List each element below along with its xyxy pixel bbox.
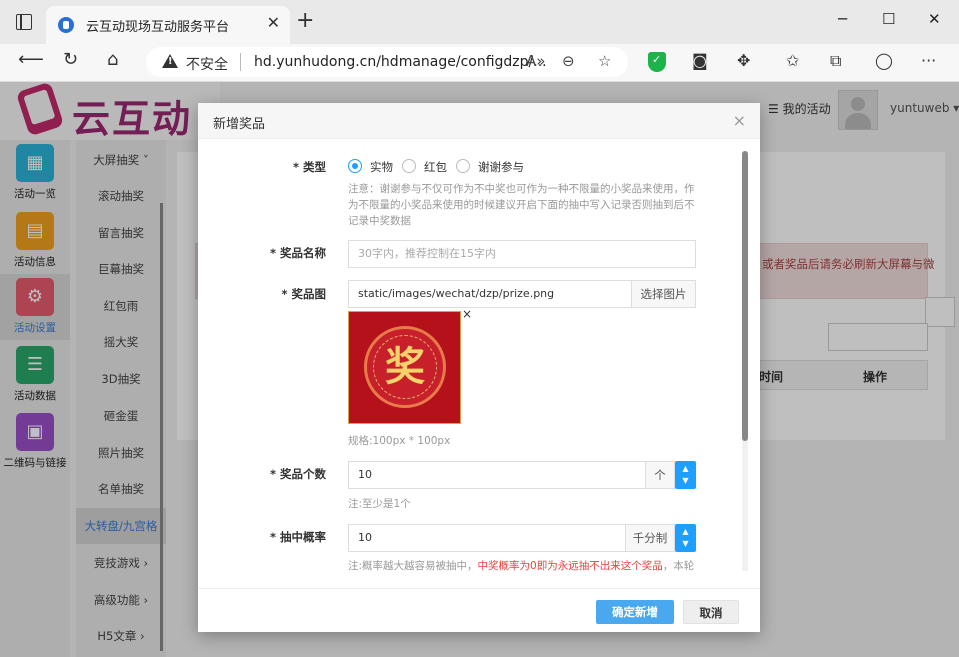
remove-image-icon[interactable]: × <box>462 307 472 321</box>
page-content: 云互动 ☰ 我的活动 yuntuweb ▾ ▦ 活动一览 ▤ 活动信息 ⚙ 活动… <box>0 82 959 657</box>
type-option-label[interactable]: 实物 <box>370 159 393 175</box>
extension-icon[interactable]: ◙ <box>692 53 708 69</box>
prize-badge: 奖 <box>364 326 446 408</box>
choose-image-button[interactable]: 选择图片 <box>631 280 696 308</box>
count-unit: 个 <box>645 461 675 489</box>
probability-hint-suffix: ，本轮 <box>662 560 695 572</box>
window-menu-icon[interactable] <box>16 14 32 30</box>
close-window-button[interactable]: ✕ <box>928 10 941 28</box>
add-favorite-icon[interactable]: ☆ <box>598 52 611 70</box>
collections-icon[interactable]: ⧉ <box>830 53 841 69</box>
prize-count-input[interactable]: 10 <box>348 461 646 489</box>
chevron-up-icon[interactable]: ▲ <box>675 463 696 475</box>
profile-icon[interactable]: ◯ <box>875 53 893 69</box>
browser-tabbar: 云互动现场互动服务平台 ✕ + ─ ☐ ✕ <box>0 0 959 44</box>
probability-warning-text: 中奖概率为0即为永远抽不出来这个奖品 <box>477 560 663 572</box>
insecure-label[interactable]: 不安全 <box>186 54 228 74</box>
count-hint: 注:至少是1个 <box>348 498 411 510</box>
maximize-button[interactable]: ☐ <box>882 10 895 28</box>
prize-image-path-input[interactable]: static/images/wechat/dzp/prize.png <box>348 280 632 308</box>
modal-scrollbar-thumb[interactable] <box>742 151 748 441</box>
tab-title: 云互动现场互动服务平台 <box>86 20 230 35</box>
type-radio-thanks[interactable] <box>456 159 470 173</box>
probability-input[interactable]: 10 <box>348 524 626 552</box>
add-prize-modal: 新增奖品 × * 类型 实物 红包 谢谢参与 注意：谢谢参与不仅可作为不中奖也可… <box>198 103 760 632</box>
tab-close-icon[interactable]: ✕ <box>267 13 280 32</box>
modal-footer: 确定新增 取消 <box>198 588 760 632</box>
probability-unit: 千分制 <box>625 524 675 552</box>
warning-icon <box>162 54 178 68</box>
chevron-down-icon[interactable]: ▼ <box>675 475 696 487</box>
back-arrow-icon[interactable]: ⟵ <box>18 51 44 69</box>
url-text[interactable]: hd.yunhudong.cn/hdmanage/configdzp/... <box>254 54 547 70</box>
chevron-down-icon[interactable]: ▼ <box>675 538 696 550</box>
count-stepper[interactable]: ▲ ▼ <box>675 461 696 489</box>
read-aloud-icon[interactable]: A» <box>526 52 545 70</box>
zoom-icon[interactable]: ⊖ <box>562 52 575 70</box>
chevron-up-icon[interactable]: ▲ <box>675 526 696 538</box>
prize-name-label: * 奖品名称 <box>269 246 326 260</box>
modal-body: * 类型 实物 红包 谢谢参与 注意：谢谢参与不仅可作为不中奖也可作为一种不限量… <box>198 139 748 573</box>
new-tab-button[interactable]: + <box>296 10 314 32</box>
extensions-puzzle-icon[interactable]: ✥ <box>737 53 750 69</box>
minimize-button[interactable]: ─ <box>838 10 847 28</box>
type-radio-physical[interactable] <box>348 159 362 173</box>
modal-title: 新增奖品 <box>213 117 266 132</box>
refresh-icon[interactable]: ↻ <box>63 51 78 69</box>
address-bar[interactable]: 不安全 hd.yunhudong.cn/hdmanage/configdzp/.… <box>146 47 628 77</box>
probability-hint: 注:概率越大越容易被抽中，中奖概率为0即为永远抽不出来这个奖品，本轮 <box>348 558 708 573</box>
browser-tab[interactable]: 云互动现场互动服务平台 ✕ <box>46 6 290 44</box>
type-radio-redpacket[interactable] <box>402 159 416 173</box>
type-option-label[interactable]: 红包 <box>424 159 447 175</box>
favorites-icon[interactable]: ✩ <box>786 53 799 69</box>
more-menu-icon[interactable]: ··· <box>921 53 936 69</box>
type-option-label[interactable]: 谢谢参与 <box>478 159 524 175</box>
adblock-shield-icon[interactable] <box>648 52 666 72</box>
type-hint: 注意：谢谢参与不仅可作为不中奖也可作为一种不限量的小奖品来使用，作为不限量的小奖… <box>348 183 695 227</box>
prize-name-input[interactable]: 30字内，推荐控制在15字内 <box>348 240 696 268</box>
probability-stepper[interactable]: ▲ ▼ <box>675 524 696 552</box>
close-icon[interactable]: × <box>733 111 746 130</box>
image-spec-hint: 规格:100px * 100px <box>348 435 451 447</box>
browser-toolbar: ⟵ ↻ ⌂ 不安全 hd.yunhudong.cn/hdmanage/confi… <box>0 44 959 82</box>
url-separator <box>240 53 241 71</box>
type-label: * 类型 <box>292 160 326 174</box>
prize-character: 奖 <box>385 344 425 390</box>
modal-header: 新增奖品 × <box>198 103 760 139</box>
prize-image-preview: 奖 <box>348 311 461 424</box>
cancel-button[interactable]: 取消 <box>683 600 739 624</box>
prize-image-label: * 奖品图 <box>281 287 326 301</box>
probability-label: * 抽中概率 <box>269 530 326 544</box>
site-favicon-icon <box>58 17 74 33</box>
home-icon[interactable]: ⌂ <box>107 51 118 69</box>
prize-count-label: * 奖品个数 <box>269 467 326 481</box>
probability-hint-text: 注:概率越大越容易被抽中， <box>348 560 478 572</box>
confirm-add-button[interactable]: 确定新增 <box>596 600 674 624</box>
